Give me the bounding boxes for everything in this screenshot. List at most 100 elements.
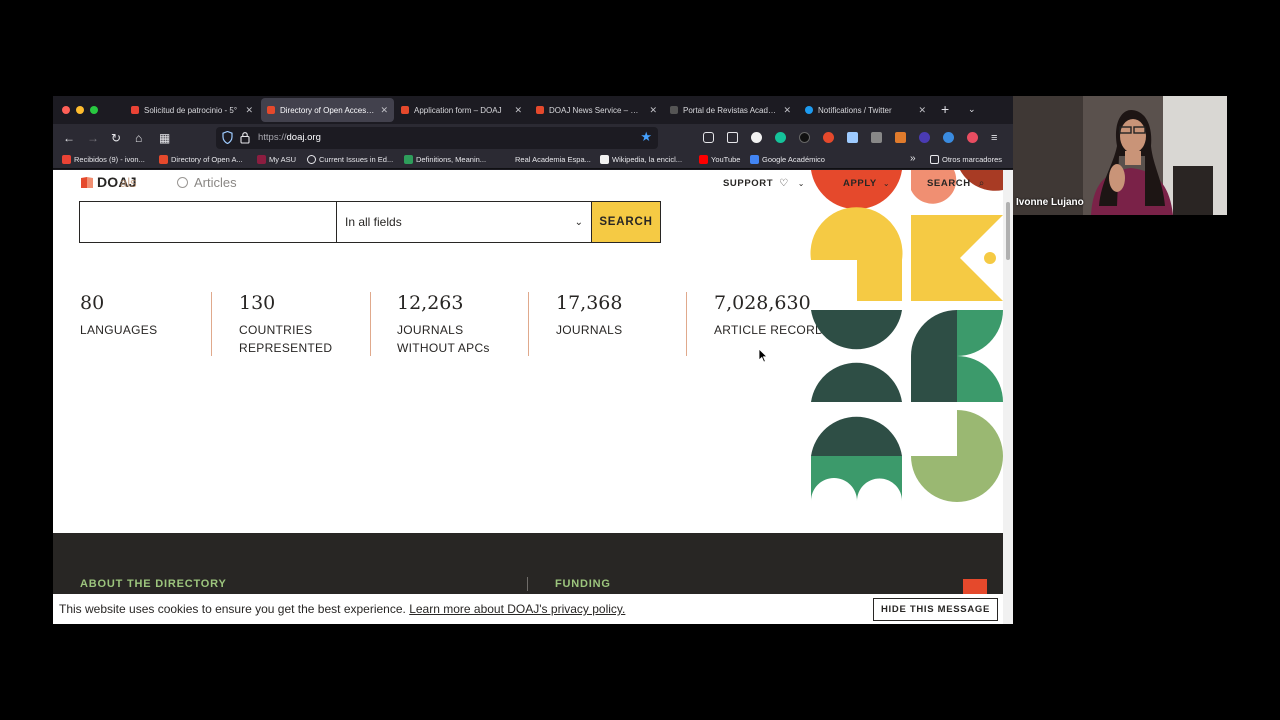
bookmark-my-asu[interactable]: My ASU	[257, 155, 296, 164]
doaj-icon	[401, 106, 409, 114]
bookmarks-overflow-icon[interactable]: »	[910, 153, 916, 164]
bookmark-star-icon[interactable]: ★	[640, 129, 652, 145]
stat-value: 12,263	[397, 292, 464, 314]
tab-title: Application form – DOAJ	[414, 105, 502, 115]
doaj-icon	[536, 106, 544, 114]
close-tab-icon[interactable]: ✕	[918, 105, 926, 116]
stat-label: COUNTRIES REPRESENTED	[239, 321, 332, 357]
shield-icon[interactable]	[222, 131, 233, 144]
tab-news-service[interactable]: DOAJ News Service – News ✕	[530, 98, 663, 122]
bookmark-gmail[interactable]: Recibidos (9) - ivon...	[62, 155, 145, 164]
other-bookmarks-folder[interactable]: Otros marcadores	[930, 155, 1002, 164]
close-tab-icon[interactable]: ✕	[245, 105, 253, 116]
deco-darkgreen-bottom	[811, 362, 902, 402]
screen: Solicitud de patrocinio - 5° ✕ Directory…	[0, 0, 1280, 720]
address-bar[interactable]: https://doaj.org ★	[216, 127, 658, 149]
page-scrollbar[interactable]	[1003, 170, 1013, 624]
support-menu[interactable]: SUPPORT ♡ ⌄	[723, 178, 805, 189]
back-arrow-icon[interactable]: ←	[63, 131, 75, 145]
close-tab-icon[interactable]: ✕	[649, 105, 657, 116]
stat-journals: 17,368 JOURNALS	[556, 292, 622, 339]
tab-title: Portal de Revistas Académicas	[683, 105, 777, 115]
apply-menu[interactable]: APPLY ⌄	[843, 178, 890, 189]
tab-list-button[interactable]: ⌄	[968, 104, 976, 115]
hide-message-button[interactable]: HIDE THIS MESSAGE	[873, 598, 998, 621]
bookmark-doaj[interactable]: Directory of Open A...	[159, 155, 243, 164]
tab-portal-revistas[interactable]: Portal de Revistas Académicas ✕	[664, 98, 797, 122]
forward-arrow-icon[interactable]: →	[87, 131, 99, 145]
bookmark-current-issues[interactable]: Current Issues in Ed...	[307, 155, 393, 164]
articles-radio[interactable]: Articles	[177, 175, 237, 190]
reload-icon[interactable]: ↻	[111, 131, 121, 145]
tab-twitter[interactable]: Notifications / Twitter ✕	[799, 98, 932, 122]
articles-radio-label: Articles	[194, 175, 237, 190]
bookmark-google-scholar[interactable]: Google Académico	[750, 155, 825, 164]
globe-icon	[307, 155, 316, 164]
deco-red-halfcircle	[811, 170, 902, 210]
tab-title: DOAJ News Service – News	[549, 105, 644, 115]
minimize-window-button[interactable]	[76, 106, 84, 114]
radio-circle-icon[interactable]	[177, 177, 188, 188]
support-label: SUPPORT	[723, 178, 774, 189]
gem-extension-icon[interactable]	[943, 132, 954, 143]
tab-solicitud[interactable]: Solicitud de patrocinio - 5° ✕	[125, 98, 259, 122]
cookie-banner: This website uses cookies to ensure you …	[53, 594, 1003, 624]
journals-radio-label-partial: als	[120, 175, 137, 190]
search-button[interactable]: SEARCH	[592, 201, 661, 243]
bookmark-definitions[interactable]: Definitions, Meanin...	[404, 155, 486, 164]
close-window-button[interactable]	[62, 106, 70, 114]
shield-extension-icon[interactable]	[967, 132, 978, 143]
close-tab-icon[interactable]: ✕	[514, 105, 522, 116]
tab-application-form[interactable]: Application form – DOAJ ✕	[395, 98, 528, 122]
translator-icon[interactable]	[919, 132, 930, 143]
nav-toolbar: ← → ↻ ⌂ ▦ https://doaj.org ★ ≡	[53, 124, 1013, 152]
tab-bar: Solicitud de patrocinio - 5° ✕ Directory…	[53, 96, 1013, 124]
tab-title: Notifications / Twitter	[818, 105, 892, 115]
stat-label-line: JOURNALS	[397, 323, 464, 337]
search-menu[interactable]: SEARCH ⌕	[927, 178, 985, 189]
extensions-grid-icon[interactable]: ▦	[159, 131, 170, 145]
tab-doaj-directory[interactable]: Directory of Open Access J ✕	[261, 98, 394, 122]
footer-divider	[527, 577, 528, 591]
heart-icon: ♡	[779, 178, 789, 189]
footer-about-heading[interactable]: ABOUT THE DIRECTORY	[80, 578, 227, 590]
menu-hamburger-icon[interactable]: ≡	[991, 131, 997, 145]
lexico-icon	[404, 155, 413, 164]
info-extension-icon[interactable]	[751, 132, 762, 143]
close-tab-icon[interactable]: ✕	[783, 105, 791, 116]
privacy-policy-link[interactable]: Learn more about DOAJ's privacy policy.	[409, 602, 625, 616]
stat-label-line: WITHOUT APCs	[397, 341, 490, 355]
scrollbar-thumb[interactable]	[1006, 202, 1010, 260]
notes-extension-icon[interactable]	[871, 132, 882, 143]
grammarly-icon[interactable]	[775, 132, 786, 143]
reader-view-icon[interactable]	[727, 132, 738, 143]
zoom-window-button[interactable]	[90, 106, 98, 114]
close-tab-icon[interactable]: ✕	[380, 105, 388, 116]
footer-funding-heading[interactable]: FUNDING	[555, 578, 611, 590]
new-tab-button[interactable]: +	[941, 102, 949, 116]
stat-languages: 80 LANGUAGES	[80, 292, 157, 339]
lock-extension-icon[interactable]	[799, 132, 810, 143]
lock-icon[interactable]	[240, 131, 250, 144]
doaj-icon	[267, 106, 275, 114]
doaj-logo[interactable]: DOAJ als	[80, 174, 137, 190]
home-icon[interactable]: ⌂	[135, 131, 142, 145]
browser-window: Solicitud de patrocinio - 5° ✕ Directory…	[53, 96, 1013, 624]
url-text[interactable]: https://doaj.org	[258, 132, 321, 143]
url-protocol: https://	[258, 132, 287, 143]
search-input[interactable]	[79, 201, 336, 243]
bookmark-wikipedia[interactable]: Wikipedia, la encicl...	[600, 155, 682, 164]
bookmark-youtube[interactable]: YouTube	[699, 155, 740, 164]
zotero-icon[interactable]	[895, 132, 906, 143]
document-extension-icon[interactable]	[847, 132, 858, 143]
decorative-shapes	[810, 170, 1003, 502]
pocket-icon[interactable]	[703, 132, 714, 143]
deco-green-quarter-1	[957, 310, 1003, 356]
chevron-down-icon: ⌄	[574, 216, 583, 228]
adblock-plus-icon[interactable]	[823, 132, 834, 143]
portal-icon	[670, 106, 678, 114]
bookmark-rae[interactable]: Real Academia Espa...	[503, 155, 591, 164]
stat-countries: 130 COUNTRIES REPRESENTED	[239, 292, 332, 357]
search-field-select[interactable]: In all fields ⌄	[336, 201, 592, 243]
cookie-text: This website uses cookies to ensure you …	[59, 602, 410, 616]
